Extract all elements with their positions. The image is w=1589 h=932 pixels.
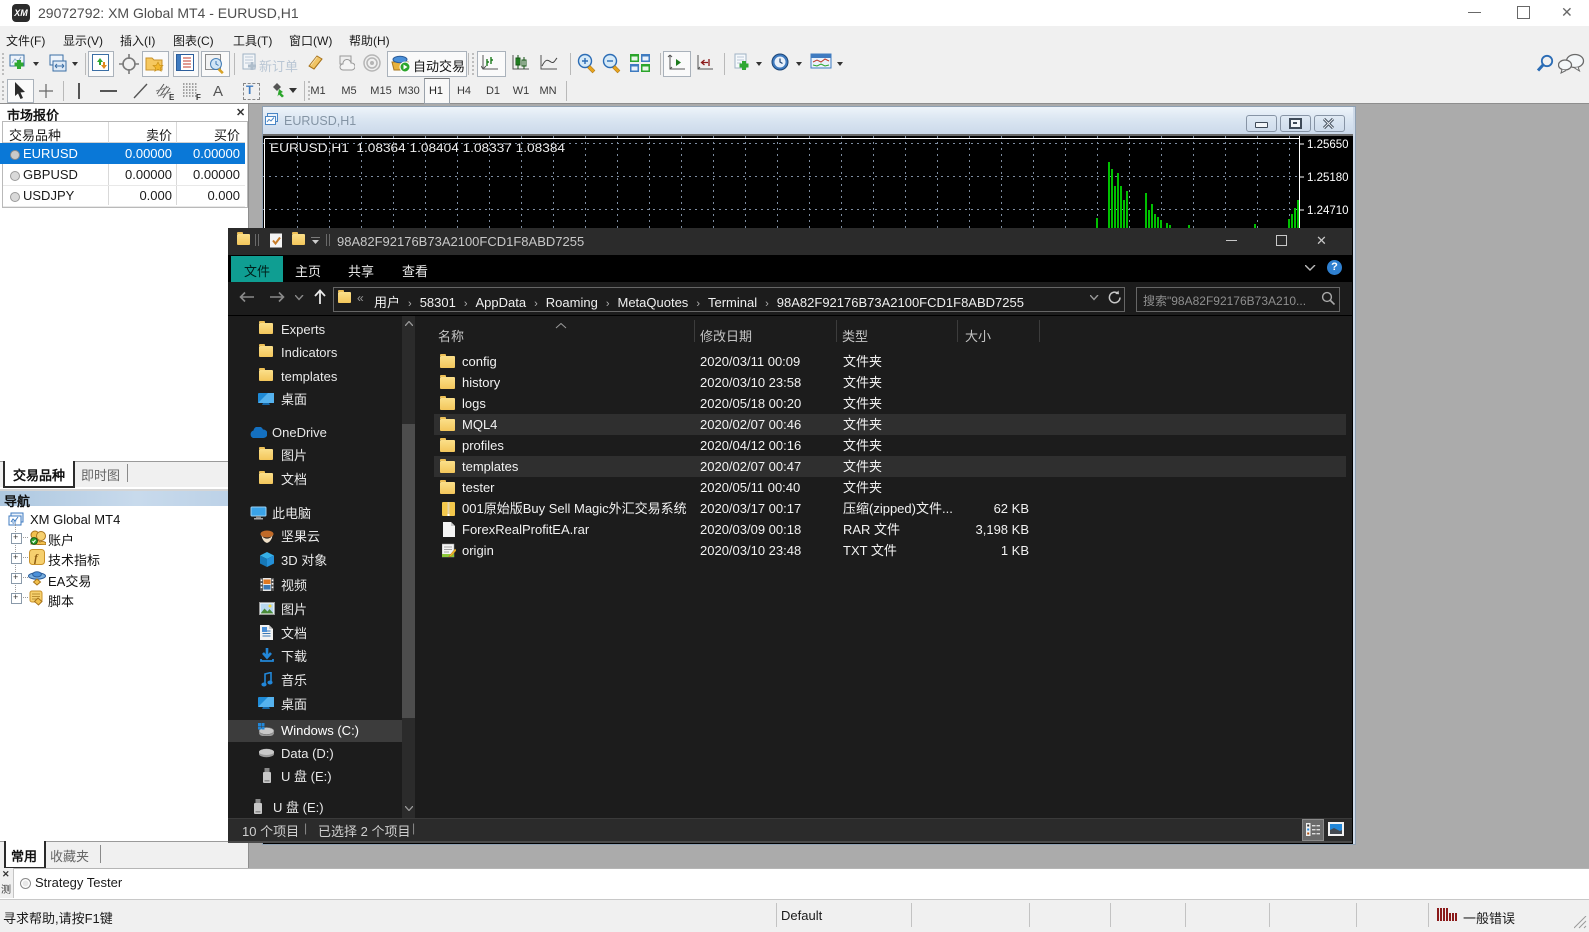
svg-text:1.24710: 1.24710 [1307,205,1349,217]
svg-text:F: F [196,93,201,101]
svg-text:1.25650: 1.25650 [1307,139,1349,151]
svg-text:E: E [169,93,175,101]
svg-text:1.25180: 1.25180 [1307,172,1349,184]
svg-text:EURUSD,H1 1.08364 1.08404 1.0: EURUSD,H1 1.08364 1.08404 1.08337 1.0838… [270,143,566,155]
